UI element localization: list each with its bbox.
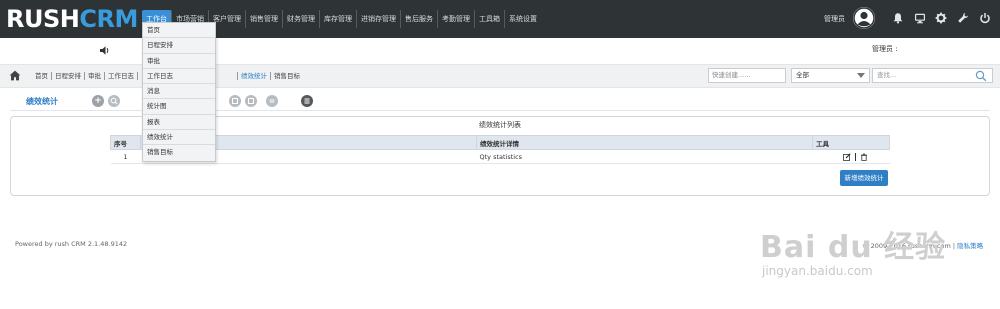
menu-item-reports[interactable]: 报表 [143,115,215,131]
nav-item-settings[interactable]: 系统设置 [505,10,541,28]
home-icon[interactable] [9,70,21,81]
column-header-tools: 工具 [812,135,890,150]
chevron-down-icon [857,73,865,78]
row-tools [812,149,890,164]
user-name[interactable]: 管理员 [824,14,845,24]
powered-by: Powered by rush CRM 2.1.48.9142 [15,240,128,248]
search-small-icon[interactable] [108,95,120,107]
avatar[interactable] [853,7,875,29]
breadcrumb-work-log[interactable]: 工作日志 [105,72,138,80]
search-input[interactable]: 查找... [872,68,993,83]
search-icon[interactable] [975,70,987,82]
menu-item-charts[interactable]: 统计图 [143,99,215,115]
menu-item-home[interactable]: 首页 [143,23,215,39]
column-header-index[interactable]: 序号 [110,135,141,150]
print-icon[interactable] [266,95,278,107]
menu-item-messages[interactable]: 消息 [143,84,215,100]
nav-item-sales[interactable]: 销售管理 [246,10,283,28]
add-performance-button[interactable]: 新增绩效统计 [840,170,888,186]
data-table: 序号 绩效统计详情 工具 1 Qty statistics Qty statis… [110,135,890,164]
wrench-icon[interactable] [957,12,969,24]
menu-item-sales-target[interactable]: 销售目标 [143,145,215,160]
nav-item-purchase-sales-stock[interactable]: 进销存管理 [357,10,401,28]
monitor-icon[interactable] [914,12,926,24]
watermark-brand: Bai du 经验 [760,230,947,265]
nav-item-after-sales[interactable]: 售后服务 [401,10,438,28]
breadcrumb-performance[interactable]: 绩效统计 [238,72,271,80]
logo-crm-text: CRM [79,5,138,33]
row-detail: Qty statistics [476,149,813,164]
list-view-icon[interactable] [301,95,313,107]
add-icon[interactable]: + [92,95,104,107]
breadcrumb-schedule[interactable]: 日程安排 [52,72,85,80]
bell-icon[interactable] [892,12,904,24]
breadcrumb-sales-target[interactable]: 销售目标 [271,72,303,80]
power-icon[interactable] [979,12,991,24]
menu-item-schedule[interactable]: 日程安排 [143,38,215,54]
watermark-url: jingyan.baidu.com [762,264,873,278]
quick-create-select[interactable]: 快速创建...... [708,68,786,83]
menu-item-performance[interactable]: 绩效统计 [143,130,215,146]
app-logo[interactable]: RUSHCRM [6,5,138,33]
workbench-dropdown-menu: 首页 日程安排 审批 工作日志 消息 统计图 报表 绩效统计 销售目标 [142,22,216,162]
logo-rush-text: RUSH [6,5,80,33]
table-header-row: 序号 绩效统计详情 工具 [110,135,890,150]
column-header-detail[interactable]: 绩效统计详情 [476,135,813,150]
list-title: 绩效统计列表 [479,121,521,129]
nav-item-finance[interactable]: 财务管理 [283,10,320,28]
menu-item-approval[interactable]: 审批 [143,54,215,69]
user-avatar-icon [853,7,875,29]
privacy-link[interactable]: 隐私策略 [957,242,983,250]
speaker-icon[interactable] [99,45,111,56]
admin-label: 管理员 : [872,45,898,53]
nav-item-attendance[interactable]: 考勤管理 [438,10,475,28]
gear-icon[interactable] [935,12,947,24]
breadcrumb-approval[interactable]: 审批 [85,72,105,80]
page-title: 绩效统计 [26,97,58,106]
nav-item-inventory[interactable]: 库存管理 [320,10,357,28]
table-row[interactable]: 1 Qty statistics Qty statistics [110,149,890,164]
delete-icon[interactable] [860,153,868,161]
edit-icon[interactable] [842,152,851,161]
export-icon[interactable] [245,95,257,107]
scope-select[interactable]: 全部 [791,68,870,83]
import-icon[interactable] [229,95,241,107]
scope-value: 全部 [796,71,809,79]
nav-item-toolbox[interactable]: 工具箱 [475,10,505,28]
breadcrumb-home[interactable]: 首页 [32,72,52,80]
tools-divider [854,152,856,161]
row-index: 1 [110,149,141,164]
menu-item-work-log[interactable]: 工作日志 [143,69,215,85]
search-placeholder: 查找... [877,71,897,79]
